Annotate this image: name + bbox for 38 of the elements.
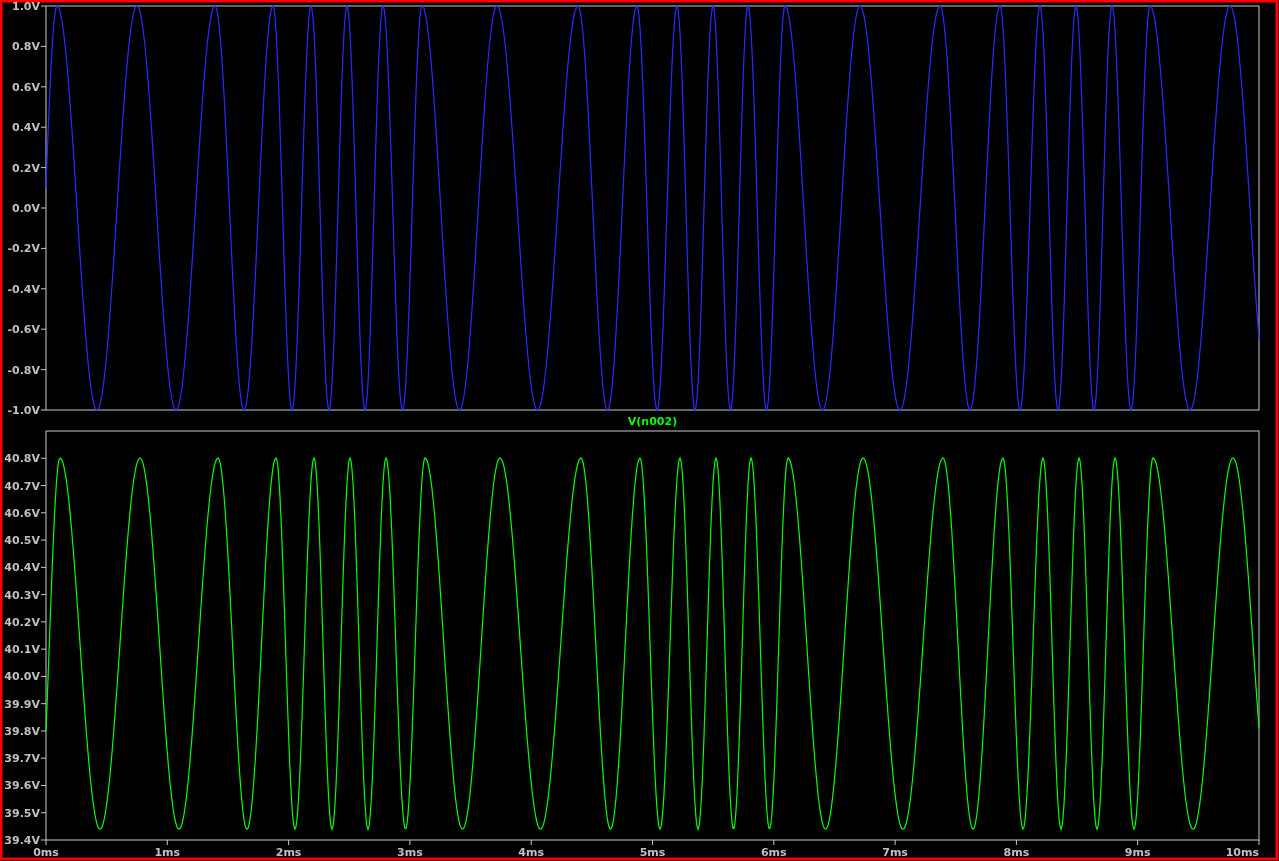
axis-label: 0.6V [12, 80, 40, 94]
axis-label: 0.8V [12, 40, 40, 54]
axis-label: 40.6V [4, 506, 40, 520]
axis-label: 40.4V [4, 561, 40, 575]
axis-label: 1ms [154, 846, 181, 859]
axis-label: 40.5V [4, 534, 40, 548]
axis-label: 40.7V [4, 479, 40, 493]
axis-label: -0.2V [7, 242, 40, 256]
axis-label: 4ms [518, 846, 545, 859]
axis-label: 39.5V [4, 806, 40, 820]
axis-label: 40.3V [4, 588, 40, 602]
axis-label: 2ms [275, 846, 302, 859]
axis-label: 0.2V [12, 161, 40, 175]
trace-label[interactable]: V(n002) [627, 414, 678, 428]
axis-label: 39.8V [4, 724, 40, 738]
axis-label: 39.4V [4, 834, 40, 847]
axis-label: 7ms [882, 846, 908, 859]
axis-label: 40.8V [4, 452, 40, 466]
axis-label: 0.0V [12, 202, 40, 215]
axis-label: 6ms [760, 846, 787, 859]
axis-label: 39.7V [4, 752, 40, 766]
axis-label: 39.9V [4, 697, 40, 711]
axis-label: 0.4V [12, 121, 40, 135]
axis-label: -0.4V [7, 282, 40, 296]
axis-label: 9ms [1124, 846, 1151, 859]
axis-label: -0.8V [7, 363, 40, 377]
axis-label: 40.1V [4, 643, 40, 657]
axis-label: 1.0V [12, 0, 40, 13]
axis-label: 3ms [397, 846, 423, 859]
axis-label: 8ms [1003, 846, 1030, 859]
axis-label: 40.2V [4, 615, 40, 629]
axis-label: -0.6V [7, 323, 40, 337]
axis-label: 10ms [1225, 846, 1259, 859]
axis-label: 40.0V [4, 670, 40, 684]
axis-label: 39.6V [4, 779, 40, 793]
axis-label: 0ms [33, 846, 59, 859]
axis-label: -1.0V [7, 404, 40, 417]
axis-label: 5ms [639, 846, 666, 859]
